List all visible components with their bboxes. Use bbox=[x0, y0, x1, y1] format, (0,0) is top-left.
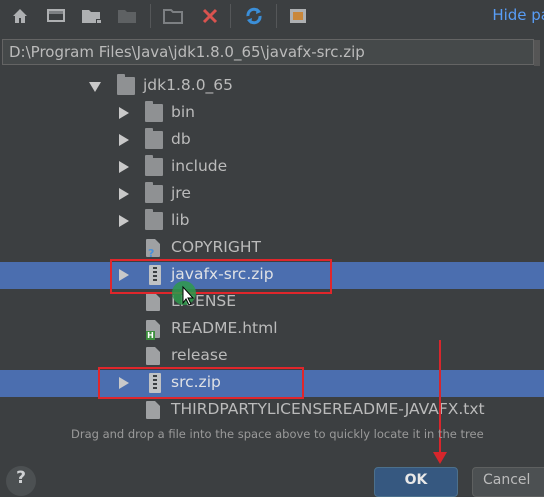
tree-row-label: include bbox=[171, 157, 228, 175]
tree-row-label: lib bbox=[171, 211, 190, 229]
folder-icon bbox=[145, 155, 163, 176]
path-input[interactable]: D:\Program Files\Java\jdk1.8.0_65\javafx… bbox=[2, 39, 534, 65]
toolbar-separator bbox=[276, 4, 277, 28]
tree-row-lib[interactable]: lib bbox=[0, 208, 544, 235]
tree-row-label: README.html bbox=[171, 319, 278, 337]
home-icon[interactable] bbox=[8, 5, 32, 27]
cancel-button[interactable]: Cancel bbox=[472, 467, 544, 497]
tree-row-jre[interactable]: jre bbox=[0, 181, 544, 208]
text-file-icon bbox=[146, 401, 160, 419]
dialog-footer: ? OK Cancel bbox=[0, 450, 544, 497]
desktop-icon[interactable] bbox=[44, 5, 68, 27]
tree-row-bin[interactable]: bin bbox=[0, 100, 544, 127]
toolbar: Hide pa bbox=[0, 0, 544, 34]
tree-row-copyright[interactable]: ? COPYRIGHT bbox=[0, 235, 544, 262]
folder-icon bbox=[145, 209, 163, 230]
highlight-box-javafx-src-zip bbox=[110, 259, 332, 294]
help-button[interactable]: ? bbox=[6, 466, 36, 496]
tree-row-thirdpartylicense[interactable]: THIRDPARTYLICENSEREADME-JAVAFX.txt bbox=[0, 397, 544, 424]
refresh-icon[interactable] bbox=[242, 5, 266, 27]
expand-arrow-icon[interactable] bbox=[119, 188, 129, 200]
tree-row-label: THIRDPARTYLICENSEREADME-JAVAFX.txt bbox=[171, 400, 485, 418]
drag-drop-hint: Drag and drop a file into the space abov… bbox=[71, 427, 484, 441]
expand-arrow-icon[interactable] bbox=[119, 107, 129, 119]
folder-icon bbox=[117, 74, 135, 95]
folder-icon bbox=[145, 101, 163, 122]
collapse-arrow-icon[interactable] bbox=[89, 82, 101, 92]
path-bar: D:\Program Files\Java\jdk1.8.0_65\javafx… bbox=[0, 38, 544, 68]
ok-button[interactable]: OK bbox=[374, 467, 458, 497]
html-file-icon: H bbox=[146, 320, 160, 340]
tree-row-label: jdk1.8.0_65 bbox=[143, 76, 234, 94]
tree-row-label: release bbox=[171, 346, 228, 364]
new-folder-icon[interactable] bbox=[80, 5, 104, 27]
mouse-cursor-icon bbox=[170, 279, 198, 307]
tree-row-label: COPYRIGHT bbox=[171, 238, 261, 256]
text-file-icon bbox=[146, 293, 160, 311]
highlight-box-src-zip bbox=[98, 367, 304, 399]
tree-row-include[interactable]: include bbox=[0, 154, 544, 181]
toolbar-separator bbox=[230, 4, 231, 28]
show-hidden-icon[interactable] bbox=[286, 5, 310, 27]
new-folder-disabled-icon bbox=[116, 5, 140, 27]
tree-row-label: bin bbox=[171, 103, 195, 121]
tree-row-label: db bbox=[171, 130, 191, 148]
tree-row-jdk1.8.0_65[interactable]: jdk1.8.0_65 bbox=[0, 73, 544, 100]
tree-row-readme-html[interactable]: H README.html bbox=[0, 316, 544, 343]
folder-icon bbox=[145, 128, 163, 149]
tree-row-db[interactable]: db bbox=[0, 127, 544, 154]
project-folder-icon[interactable] bbox=[162, 5, 186, 27]
unknown-file-icon: ? bbox=[146, 239, 160, 260]
delete-icon[interactable] bbox=[198, 5, 222, 27]
annotation-arrow-line bbox=[439, 340, 441, 462]
text-file-icon bbox=[146, 347, 160, 365]
hide-path-link[interactable]: Hide pa bbox=[492, 6, 544, 24]
toolbar-separator bbox=[150, 4, 151, 28]
expand-arrow-icon[interactable] bbox=[119, 161, 129, 173]
folder-icon bbox=[145, 182, 163, 203]
expand-arrow-icon[interactable] bbox=[119, 134, 129, 146]
tree-row-label: jre bbox=[171, 184, 191, 202]
expand-arrow-icon[interactable] bbox=[119, 215, 129, 227]
path-scroll-handle[interactable] bbox=[534, 40, 540, 66]
tree-row-release[interactable]: release bbox=[0, 343, 544, 370]
